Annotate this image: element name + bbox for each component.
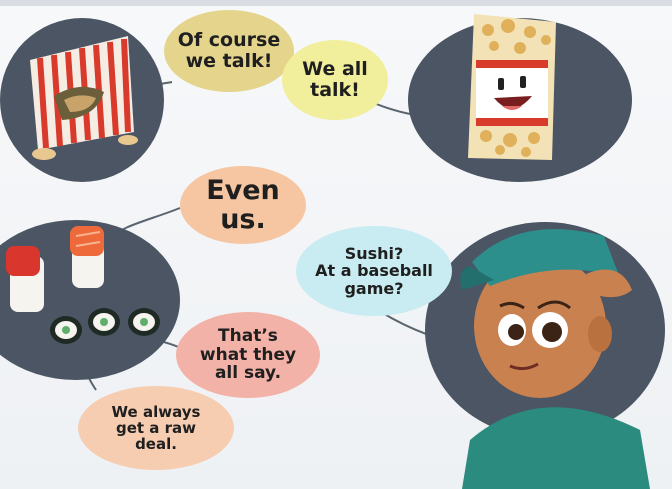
boy-ear <box>588 316 612 352</box>
boy-scene <box>425 222 665 489</box>
comic-page: Of course we talk! We all talk! Even us.… <box>0 0 672 489</box>
sushi-scene <box>0 220 180 380</box>
popcorn-eye-left <box>498 78 504 90</box>
speech-bubble-even-us: Even us. <box>180 166 306 244</box>
chip-bag-scene <box>0 18 164 182</box>
popcorn-scene <box>408 14 632 182</box>
maki-roll-2 <box>88 308 120 336</box>
tuna-nigiri <box>6 246 44 312</box>
speech-bubble-raw-deal: We always get a raw deal. <box>78 386 234 470</box>
salmon-nigiri <box>70 226 104 288</box>
maki-roll-1 <box>50 316 82 344</box>
speech-bubble-we-all-talk: We all talk! <box>282 40 388 120</box>
speech-bubble-of-course: Of course we talk! <box>164 10 294 92</box>
maki-roll-3 <box>128 308 160 336</box>
speech-bubble-thats-what: That’s what they all say. <box>176 312 320 398</box>
popcorn-eye-right <box>520 76 526 88</box>
speech-bubble-sushi-question: Sushi? At a baseball game? <box>296 226 452 316</box>
